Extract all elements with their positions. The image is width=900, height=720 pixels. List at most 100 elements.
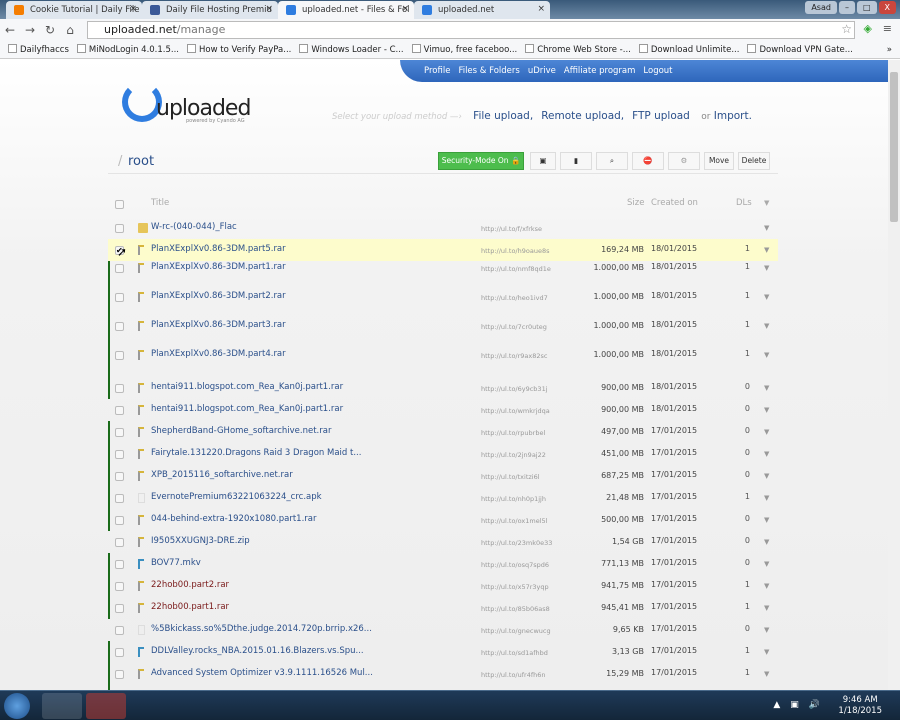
file-row[interactable]: W-rc-(040-044)_Flac http://ul.to/f/xfrkse… — [108, 217, 778, 239]
file-checkbox[interactable] — [115, 560, 124, 569]
row-menu-icon[interactable]: ▼ — [764, 604, 769, 612]
file-checkbox[interactable] — [115, 428, 124, 437]
file-link[interactable]: http://ul.to/sd1afhbd — [481, 649, 548, 657]
close-tab-icon[interactable]: × — [129, 4, 137, 14]
select-all-checkbox[interactable] — [115, 200, 124, 209]
back-icon[interactable]: ← — [0, 23, 20, 37]
file-checkbox[interactable] — [115, 384, 124, 393]
bookmark-3[interactable]: Windows Loader - C... — [299, 44, 404, 55]
bookmark-4[interactable]: Vimuo, free faceboo... — [411, 44, 517, 55]
file-link[interactable]: http://ul.to/h9oaue8s — [481, 247, 549, 255]
file-link[interactable]: http://ul.to/r9ax82sc — [481, 352, 548, 360]
row-menu-icon[interactable]: ▼ — [764, 560, 769, 568]
delete-button[interactable]: Delete — [738, 152, 770, 170]
file-row[interactable]: XPB_2015116_softarchive.net.rar http://ul… — [108, 465, 778, 487]
file-checkbox[interactable] — [115, 406, 124, 415]
scrollbar-thumb[interactable] — [890, 72, 898, 222]
row-menu-icon[interactable]: ▼ — [764, 406, 769, 414]
gear-icon[interactable]: ⚙ — [668, 152, 700, 170]
file-title[interactable]: BOV77.mkv — [151, 558, 201, 568]
row-menu-icon[interactable]: ▼ — [764, 264, 769, 272]
move-button[interactable]: Move — [704, 152, 734, 170]
file-link[interactable]: http://ul.to/osq7spd6 — [481, 561, 549, 569]
file-title[interactable]: 044-behind-extra-1920x1080.part1.rar — [151, 514, 316, 524]
address-bar[interactable]: uploaded.net/manage — [87, 21, 855, 39]
file-link[interactable]: http://ul.to/7cr0uteg — [481, 323, 547, 331]
file-checkbox[interactable] — [115, 538, 124, 547]
file-checkbox[interactable] — [115, 494, 124, 503]
file-link[interactable]: http://ul.to/ufr4fh6n — [481, 671, 546, 679]
maximize-button[interactable]: □ — [856, 1, 877, 14]
file-checkbox[interactable] — [115, 450, 124, 459]
file-row[interactable]: hentai911.blogspot.com_Rea_Kan0j.part1.r… — [108, 377, 778, 399]
file-checkbox[interactable] — [115, 472, 124, 481]
header-menu-icon[interactable]: ▼ — [764, 199, 769, 207]
file-row[interactable]: ✔ PlanXExplXv0.86-3DM.part5.rar http://ul.… — [108, 239, 778, 261]
close-tab-icon[interactable]: × — [401, 4, 409, 14]
row-menu-icon[interactable]: ▼ — [764, 648, 769, 656]
home-icon[interactable]: ⌂ — [60, 23, 80, 37]
bookmark-7[interactable]: Download VPN Gate... — [747, 44, 853, 55]
file-link[interactable]: http://ul.to/85b06as8 — [481, 605, 550, 613]
file-title[interactable]: PlanXExplXv0.86-3DM.part3.rar — [151, 320, 286, 330]
file-link[interactable]: http://ul.to/6y9cb31j — [481, 385, 548, 393]
row-menu-icon[interactable]: ▼ — [764, 246, 769, 254]
bookmark-0[interactable]: Dailyfhaccs — [8, 44, 69, 55]
file-row[interactable]: %5Bkickass.so%5Dthe.judge.2014.720p.brri… — [108, 619, 778, 641]
row-menu-icon[interactable]: ▼ — [764, 538, 769, 546]
file-row[interactable]: PlanXExplXv0.86-3DM.part1.rar http://ul.t… — [108, 261, 778, 290]
file-link[interactable]: http://ul.to/nh0p1jjh — [481, 495, 546, 503]
row-menu-icon[interactable]: ▼ — [764, 626, 769, 634]
nav-link-2[interactable]: uDrive — [528, 66, 556, 76]
file-checkbox[interactable] — [115, 626, 124, 635]
file-link[interactable]: http://ul.to/2jn9aj22 — [481, 451, 546, 459]
row-menu-icon[interactable]: ▼ — [764, 670, 769, 678]
file-title[interactable]: PlanXExplXv0.86-3DM.part2.rar — [151, 291, 286, 301]
chrome-taskbar-icon[interactable] — [42, 693, 82, 719]
menu-icon[interactable]: ≡ — [883, 22, 892, 35]
reload-icon[interactable]: ↻ — [40, 23, 60, 37]
file-title[interactable]: W-rc-(040-044)_Flac — [151, 222, 237, 232]
file-row[interactable]: BOV77.mkv http://ul.to/osq7spd6 771,13 MB 1… — [108, 553, 778, 575]
shield-icon[interactable]: ◈ — [864, 22, 872, 35]
page-scrollbar[interactable] — [888, 60, 900, 690]
file-title[interactable]: PlanXExplXv0.86-3DM.part5.rar — [151, 244, 286, 254]
search-icon[interactable]: ⌕ — [596, 152, 628, 170]
file-title[interactable]: Fairytale.131220.Dragons Raid 3 Dragon M… — [151, 448, 361, 458]
user-badge[interactable]: Asad — [805, 1, 837, 14]
nav-link-3[interactable]: Affiliate program — [564, 66, 636, 76]
file-title[interactable]: hentai911.blogspot.com_Rea_Kan0j.part1.r… — [151, 382, 343, 392]
bookmark-2[interactable]: How to Verify PayPa... — [187, 44, 291, 55]
file-checkbox[interactable] — [115, 604, 124, 613]
nav-link-1[interactable]: Files & Folders — [458, 66, 519, 76]
current-folder[interactable]: root — [128, 154, 154, 169]
volume-icon[interactable]: 🔊 — [809, 700, 820, 710]
row-menu-icon[interactable]: ▼ — [764, 582, 769, 590]
bookmarks-more[interactable]: » — [887, 45, 892, 55]
file-title[interactable]: 22hob00.part2.rar — [151, 580, 229, 590]
file-link[interactable]: http://ul.to/f/xfrkse — [481, 225, 542, 233]
file-title[interactable]: DDLValley.rocks_NBA.2015.01.16.Blazers.v… — [151, 646, 364, 656]
file-checkbox[interactable] — [115, 264, 124, 273]
row-menu-icon[interactable]: ▼ — [764, 516, 769, 524]
tray-arrow-icon[interactable]: ▲ — [773, 700, 780, 710]
file-checkbox[interactable] — [115, 293, 124, 302]
row-menu-icon[interactable]: ▼ — [764, 384, 769, 392]
nav-link-0[interactable]: Profile — [424, 66, 450, 76]
file-link[interactable]: http://ul.to/txitzi6l — [481, 473, 540, 481]
file-row[interactable]: hentai911.blogspot.com_Rea_Kan0j.part1.r… — [108, 399, 778, 421]
tab-1[interactable]: Daily File Hosting Premiu × — [142, 1, 278, 19]
file-row[interactable]: DDLValley.rocks_NBA.2015.01.16.Blazers.v… — [108, 641, 778, 663]
file-title[interactable]: 22hob00.part1.rar — [151, 602, 229, 612]
close-tab-icon[interactable]: × — [265, 4, 273, 14]
row-menu-icon[interactable]: ▼ — [764, 450, 769, 458]
upload-method-2[interactable]: FTP upload — [632, 110, 690, 122]
file-row[interactable]: PlanXExplXv0.86-3DM.part3.rar http://ul.t… — [108, 319, 778, 348]
clock[interactable]: 9:46 AM 1/18/2015 — [838, 695, 882, 717]
nav-link-4[interactable]: Logout — [643, 66, 672, 76]
star-icon[interactable]: ☆ — [841, 22, 852, 36]
tab-2[interactable]: uploaded.net - Files & Fol × — [278, 1, 414, 19]
row-menu-icon[interactable]: ▼ — [764, 428, 769, 436]
bookmark-5[interactable]: Chrome Web Store -... — [525, 44, 631, 55]
file-link[interactable]: http://ul.to/rpubrbel — [481, 429, 545, 437]
